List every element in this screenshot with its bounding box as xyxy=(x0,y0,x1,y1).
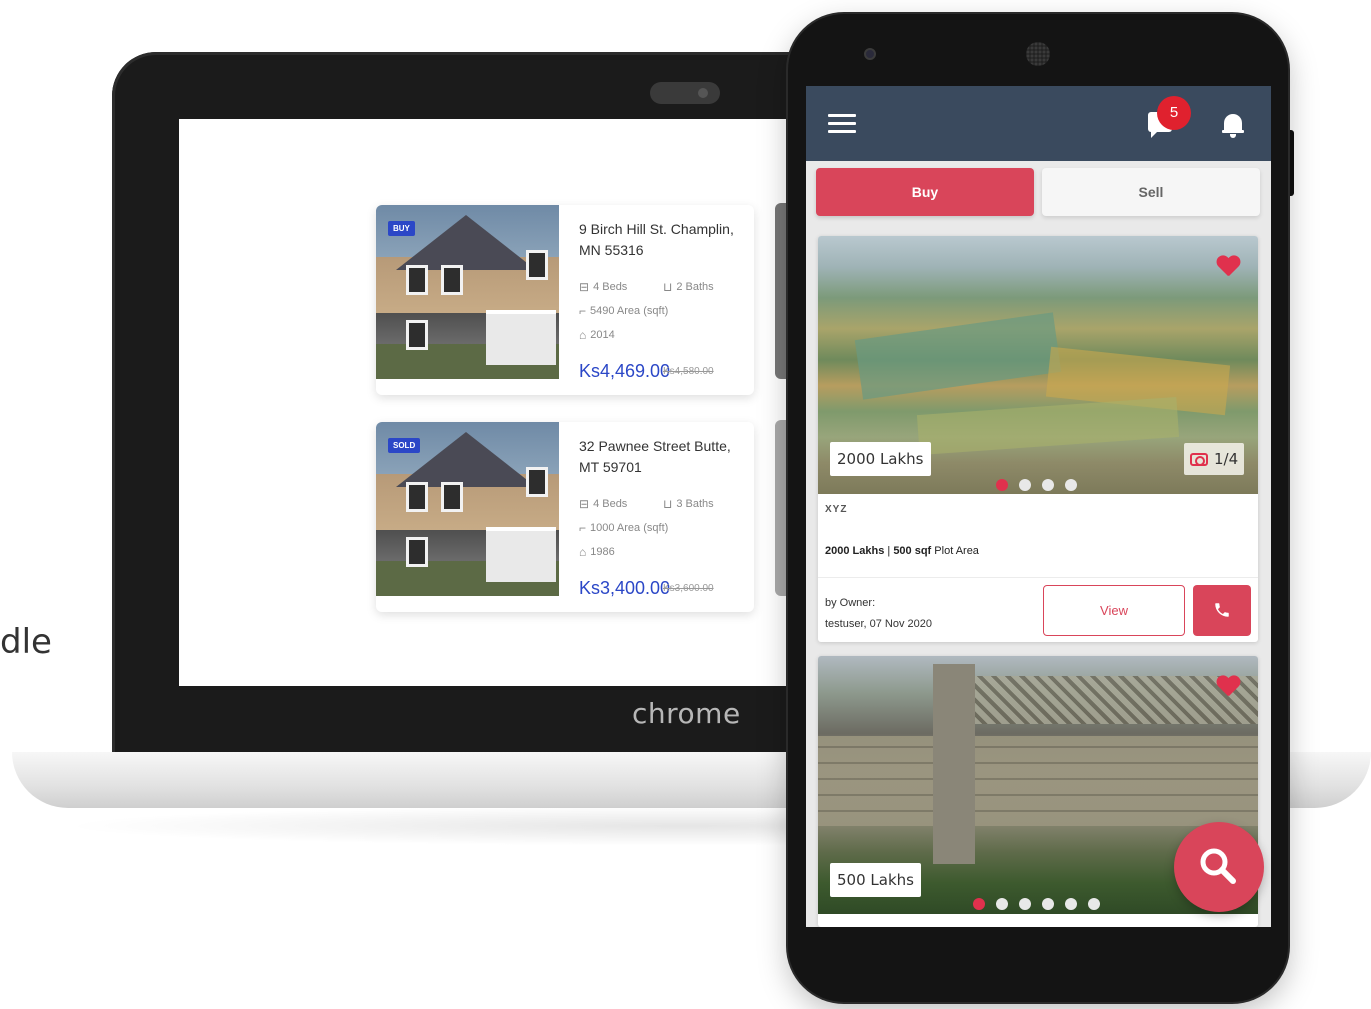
view-button[interactable]: View xyxy=(1043,585,1185,636)
listing-card[interactable]: SOLD 32 Pawnee Street Butte, MT 59701 ⊟ 4… xyxy=(376,422,754,612)
beds-spec: ⊟ 4 Beds xyxy=(579,497,628,511)
search-icon xyxy=(1200,848,1236,884)
status-badge: BUY xyxy=(388,221,415,236)
listing-card[interactable]: BUY 9 Birch Hill St. Champlin, MN 55316 … xyxy=(376,205,754,395)
bed-icon: ⊟ xyxy=(579,497,590,511)
listing-old-price: Ks3,600.00 xyxy=(663,583,714,594)
carousel-dots xyxy=(996,479,1077,491)
listing-title[interactable]: 32 Pawnee Street Butte, MT 59701 xyxy=(579,436,749,478)
area-icon: ⌐ xyxy=(579,304,587,318)
phone-screen: 5 Buy Sell 2000 Lakhs 1/4 XYZ 2000 Lakhs… xyxy=(806,86,1271,927)
photo-count: 1/4 xyxy=(1184,443,1245,475)
listing-price: Ks4,469.00 xyxy=(579,361,671,381)
chat-count-badge: 5 xyxy=(1157,96,1191,130)
bed-icon: ⊟ xyxy=(579,280,590,294)
carousel-dot[interactable] xyxy=(996,479,1008,491)
bell-icon[interactable] xyxy=(1222,112,1244,138)
carousel-dot[interactable] xyxy=(1065,898,1077,910)
property-name: XYZ xyxy=(825,504,848,515)
year-spec: ⌂ 1986 xyxy=(579,545,615,559)
phone-speaker xyxy=(1026,42,1050,66)
search-fab[interactable] xyxy=(1174,822,1264,912)
carousel-dots xyxy=(973,898,1100,910)
carousel-dot[interactable] xyxy=(973,898,985,910)
year-spec: ⌂ 2014 xyxy=(579,328,615,342)
hamburger-menu-icon[interactable] xyxy=(828,114,856,134)
carousel-dot[interactable] xyxy=(1019,479,1031,491)
tab-sell[interactable]: Sell xyxy=(1042,168,1260,216)
owner-info: testuser, 07 Nov 2020 xyxy=(825,618,933,630)
property-size: 500 sqf xyxy=(893,545,932,557)
status-badge: SOLD xyxy=(388,438,421,453)
property-type: Plot Area xyxy=(931,545,979,557)
build-icon: ⌂ xyxy=(579,545,587,559)
area-spec: ⌐ 5490 Area (sqft) xyxy=(579,304,669,318)
marketing-mockup: dle BUY 9 Birch Hill St. Champlin, MN 55… xyxy=(0,0,1371,1009)
phone-icon xyxy=(1215,603,1229,617)
call-button[interactable] xyxy=(1193,585,1251,636)
price-tag: 2000 Lakhs xyxy=(830,442,931,476)
tab-buy[interactable]: Buy xyxy=(816,168,1034,216)
carousel-dot[interactable] xyxy=(996,898,1008,910)
phone-camera xyxy=(864,48,876,60)
owner-label: by Owner: xyxy=(825,597,876,609)
beds-spec: ⊟ 4 Beds xyxy=(579,280,628,294)
bath-icon: ⊔ xyxy=(663,497,673,511)
carousel-dot[interactable] xyxy=(1088,898,1100,910)
property-card[interactable]: 2000 Lakhs 1/4 XYZ 2000 Lakhs | 500 sqf … xyxy=(818,236,1258,642)
baths-spec: ⊔ 3 Baths xyxy=(663,497,714,511)
heart-icon[interactable] xyxy=(1216,256,1240,278)
area-icon: ⌐ xyxy=(579,521,587,535)
baths-spec: ⊔ 2 Baths xyxy=(663,280,714,294)
meta-separator: | xyxy=(884,545,894,557)
property-meta: 2000 Lakhs | 500 sqf Plot Area xyxy=(825,545,979,557)
cut-off-text: dle xyxy=(0,622,52,662)
carousel-dot[interactable] xyxy=(1042,479,1054,491)
chrome-logo: chrome xyxy=(632,697,741,730)
divider xyxy=(818,577,1258,578)
app-bar: 5 xyxy=(806,86,1271,161)
listing-price: Ks3,400.00 xyxy=(579,578,671,598)
carousel-dot[interactable] xyxy=(1042,898,1054,910)
property-price: 2000 Lakhs xyxy=(825,545,885,557)
price-tag: 500 Lakhs xyxy=(830,863,921,897)
heart-icon[interactable] xyxy=(1216,676,1240,698)
carousel-dot[interactable] xyxy=(1019,898,1031,910)
listing-title[interactable]: 9 Birch Hill St. Champlin, MN 55316 xyxy=(579,219,749,261)
laptop-camera xyxy=(650,82,720,104)
laptop-screen: BUY 9 Birch Hill St. Champlin, MN 55316 … xyxy=(179,119,819,686)
carousel-dot[interactable] xyxy=(1065,479,1077,491)
listing-old-price: Ks4,580.00 xyxy=(663,366,714,377)
camera-icon xyxy=(1190,452,1208,466)
area-spec: ⌐ 1000 Area (sqft) xyxy=(579,521,669,535)
bath-icon: ⊔ xyxy=(663,280,673,294)
build-icon: ⌂ xyxy=(579,328,587,342)
